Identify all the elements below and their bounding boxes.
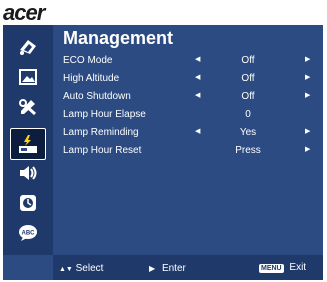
menu-item-label: Lamp Hour Elapse bbox=[63, 109, 146, 120]
management-icon[interactable] bbox=[10, 128, 46, 160]
audio-icon[interactable] bbox=[18, 163, 38, 183]
footer-hint-bar: ▲▼ Select ▶ Enter MENU Exit bbox=[53, 255, 323, 280]
menu-item-value: Off bbox=[241, 55, 255, 66]
right-arrow-icon[interactable]: ▶ bbox=[305, 127, 310, 135]
menu-item-value: Off bbox=[241, 73, 255, 84]
menu-item-label: ECO Mode bbox=[63, 55, 113, 66]
image-settings-icon[interactable] bbox=[18, 67, 38, 87]
enter-label: Enter bbox=[161, 263, 186, 274]
left-arrow-icon[interactable]: ◀ bbox=[195, 91, 200, 99]
menu-item-label: Lamp Hour Reset bbox=[63, 145, 142, 156]
exit-hint: MENU Exit bbox=[259, 262, 306, 273]
select-hint: ▲▼ Select bbox=[59, 263, 103, 274]
exit-label: Exit bbox=[289, 262, 307, 273]
right-arrow-icon[interactable]: ▶ bbox=[305, 73, 310, 81]
setting-tools-icon[interactable] bbox=[18, 97, 38, 117]
menu-item-eco-mode[interactable]: ECO Mode ◀ Off ▶ bbox=[63, 55, 318, 69]
svg-text:ABC: ABC bbox=[22, 231, 36, 237]
left-arrow-icon[interactable]: ◀ bbox=[195, 73, 200, 81]
menu-item-value: Off bbox=[241, 91, 255, 102]
menu-title: Management bbox=[63, 28, 174, 48]
right-arrow-icon[interactable]: ▶ bbox=[305, 145, 310, 153]
menu-item-value: Yes bbox=[239, 127, 257, 138]
projector-osd: acer ABC Management ECO Mode ◀ Off ▶ Hig… bbox=[0, 0, 327, 282]
menu-item-lamp-hour-reset[interactable]: Lamp Hour Reset Press ▶ bbox=[63, 145, 318, 159]
menu-item-label: Lamp Reminding bbox=[63, 127, 139, 138]
menu-item-lamp-reminding[interactable]: Lamp Reminding ◀ Yes ▶ bbox=[63, 127, 318, 141]
menu-key-icon: MENU bbox=[259, 264, 284, 273]
enter-hint: ▶ Enter bbox=[149, 263, 186, 274]
menu-item-label: High Altitude bbox=[63, 73, 120, 84]
acer-logo: acer bbox=[3, 0, 45, 25]
left-arrow-icon[interactable]: ◀ bbox=[195, 55, 200, 63]
sidebar: ABC bbox=[3, 25, 53, 255]
menu-item-lamp-hour-elapse: Lamp Hour Elapse 0 bbox=[63, 109, 318, 123]
up-down-arrow-icon: ▲▼ bbox=[59, 266, 73, 273]
right-arrow-icon[interactable]: ▶ bbox=[305, 91, 310, 99]
select-label: Select bbox=[75, 263, 104, 274]
menu-item-label: Auto Shutdown bbox=[63, 91, 131, 102]
menu-item-auto-shutdown[interactable]: Auto Shutdown ◀ Off ▶ bbox=[63, 91, 318, 105]
right-arrow-icon: ▶ bbox=[149, 264, 156, 273]
left-arrow-icon[interactable]: ◀ bbox=[195, 127, 200, 135]
menu-item-high-altitude[interactable]: High Altitude ◀ Off ▶ bbox=[63, 73, 318, 87]
language-icon[interactable]: ABC bbox=[18, 223, 38, 243]
menu-item-value: 0 bbox=[245, 109, 251, 120]
right-arrow-icon[interactable]: ▶ bbox=[305, 55, 310, 63]
timer-icon[interactable] bbox=[18, 193, 38, 213]
color-settings-icon[interactable] bbox=[18, 37, 38, 57]
menu-item-value: Press bbox=[235, 145, 261, 156]
